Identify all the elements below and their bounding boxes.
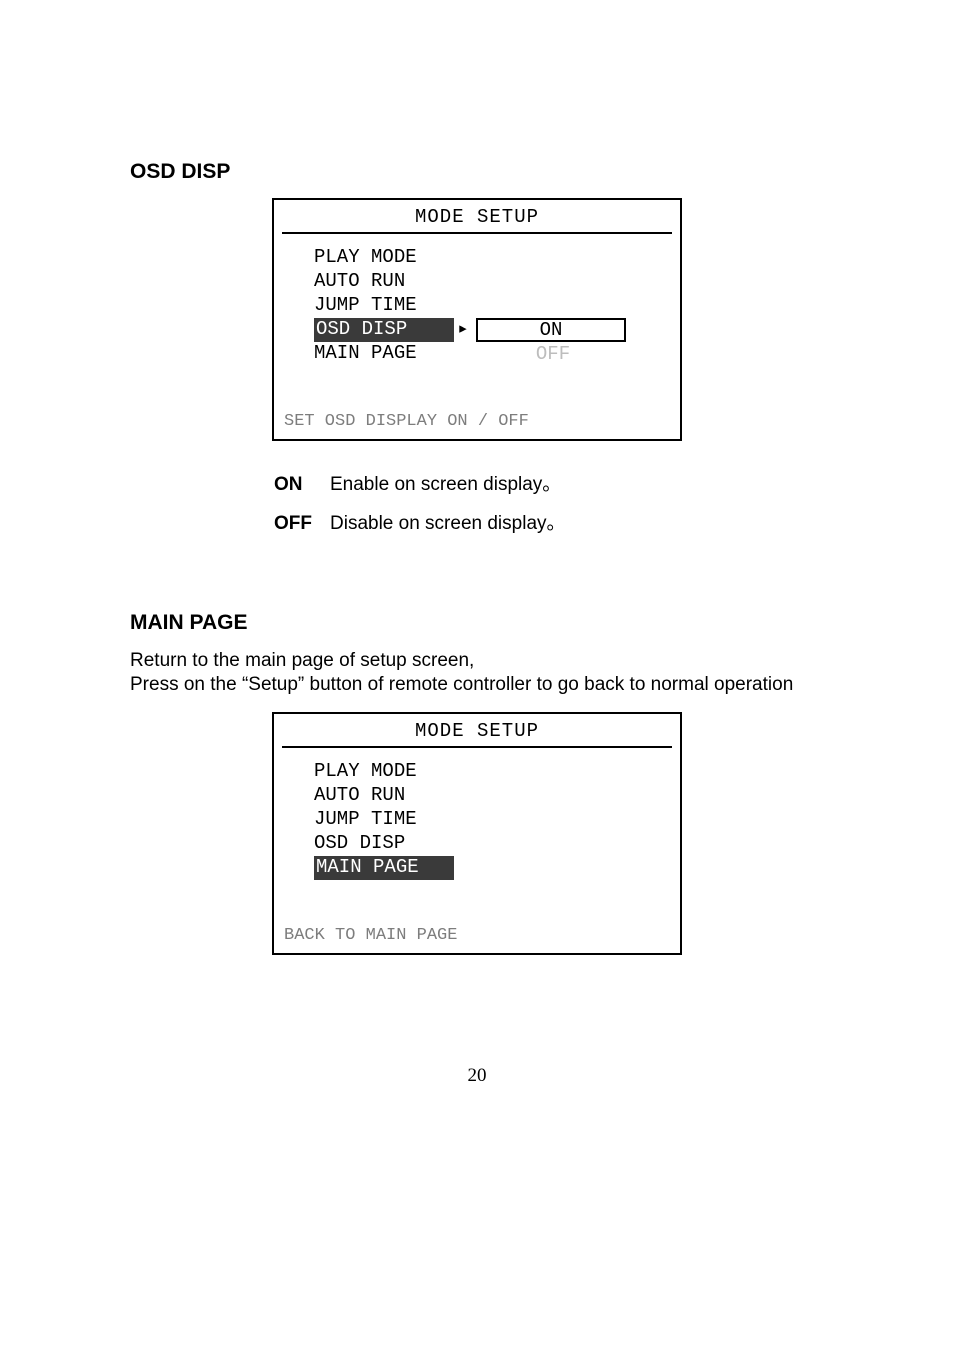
divider	[282, 232, 672, 234]
option-value-off[interactable]: OFF	[478, 342, 628, 366]
heading-osd-disp: OSD DISP	[130, 160, 824, 184]
body-line: Return to the main page of setup screen,	[130, 650, 474, 671]
definition-key: OFF	[274, 513, 330, 535]
menu-item-label: JUMP TIME	[314, 808, 454, 832]
page-content: OSD DISP MODE SETUP PLAY MODE AUTO RUN J…	[0, 0, 954, 1147]
menu-item-jump-time[interactable]: JUMP TIME	[314, 294, 670, 318]
mode-setup-box: MODE SETUP PLAY MODE AUTO RUN JUMP TIME …	[272, 712, 682, 955]
body-paragraph: Return to the main page of setup screen,…	[130, 649, 824, 698]
menu-item-label: PLAY MODE	[314, 246, 454, 270]
menu-item-label: AUTO RUN	[314, 784, 454, 808]
hint-text: BACK TO MAIN PAGE	[274, 920, 680, 953]
body-line: Press on the “Setup” button of remote co…	[130, 674, 793, 695]
menu-item-label: MAIN PAGE	[314, 342, 454, 366]
menu-item-label-selected: MAIN PAGE	[314, 856, 454, 880]
arrow-right-icon: ▸	[454, 318, 472, 342]
menu-item-label-selected: OSD DISP	[314, 318, 454, 342]
menu-item-main-page[interactable]: MAIN PAGE OFF	[314, 342, 670, 366]
definition-off: OFF Disable on screen display。	[274, 508, 824, 535]
menu-item-auto-run[interactable]: AUTO RUN	[314, 784, 670, 808]
heading-main-page: MAIN PAGE	[130, 611, 824, 635]
menu-item-osd-disp[interactable]: OSD DISP ▸ ON	[314, 318, 670, 342]
mode-setup-panel-1: MODE SETUP PLAY MODE AUTO RUN JUMP TIME …	[130, 198, 824, 441]
menu-item-label: JUMP TIME	[314, 294, 454, 318]
mode-setup-title: MODE SETUP	[274, 200, 680, 232]
definition-on: ON Enable on screen display。	[274, 469, 824, 496]
page-number: 20	[130, 1065, 824, 1087]
definition-text: Disable on screen display。	[330, 508, 824, 535]
menu-item-play-mode[interactable]: PLAY MODE	[314, 246, 670, 270]
mode-setup-box: MODE SETUP PLAY MODE AUTO RUN JUMP TIME …	[272, 198, 682, 441]
hint-text: SET OSD DISPLAY ON / OFF	[274, 406, 680, 439]
menu-item-label: AUTO RUN	[314, 270, 454, 294]
menu-items: PLAY MODE AUTO RUN JUMP TIME OSD DISP MA…	[274, 756, 680, 920]
menu-item-label: OSD DISP	[314, 832, 454, 856]
menu-item-play-mode[interactable]: PLAY MODE	[314, 760, 670, 784]
menu-item-osd-disp[interactable]: OSD DISP	[314, 832, 670, 856]
option-value-on[interactable]: ON	[476, 318, 626, 342]
menu-item-main-page[interactable]: MAIN PAGE	[314, 856, 670, 880]
vertical-spacer	[130, 547, 824, 611]
menu-items: PLAY MODE AUTO RUN JUMP TIME OSD DISP ▸ …	[274, 242, 680, 406]
definition-text: Enable on screen display。	[330, 469, 824, 496]
menu-item-jump-time[interactable]: JUMP TIME	[314, 808, 670, 832]
mode-setup-title: MODE SETUP	[274, 714, 680, 746]
definitions-list: ON Enable on screen display。 OFF Disable…	[274, 469, 824, 535]
definition-key: ON	[274, 474, 330, 496]
divider	[282, 746, 672, 748]
mode-setup-panel-2: MODE SETUP PLAY MODE AUTO RUN JUMP TIME …	[130, 712, 824, 955]
menu-item-label: PLAY MODE	[314, 760, 454, 784]
menu-item-auto-run[interactable]: AUTO RUN	[314, 270, 670, 294]
